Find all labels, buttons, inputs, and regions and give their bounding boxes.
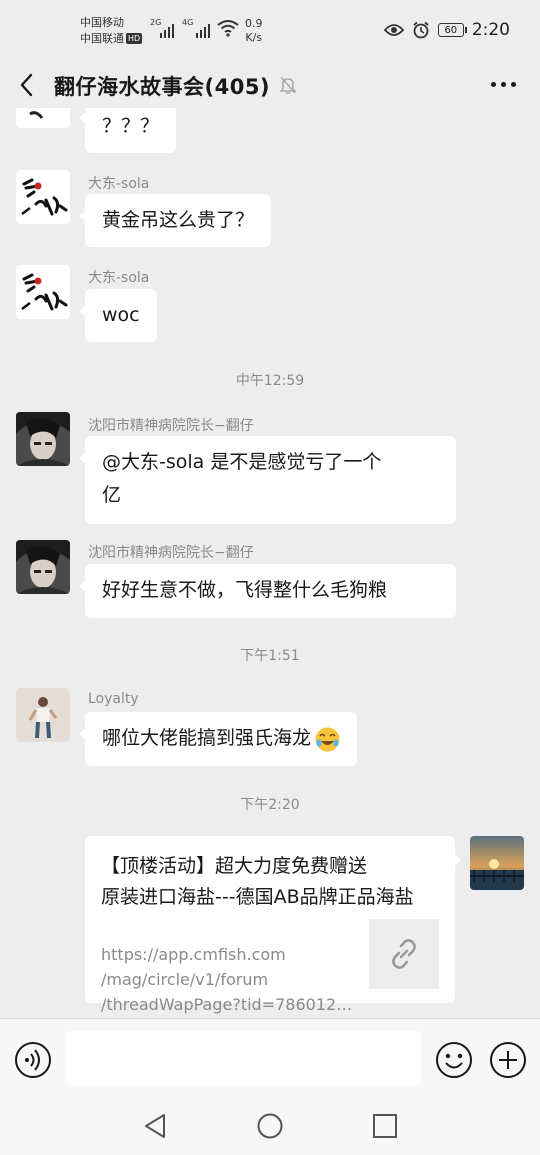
message-text: 哪位大佬能搞到强氏海龙: [102, 727, 312, 749]
message-line: 亿: [102, 484, 122, 506]
voice-icon[interactable]: [14, 1041, 52, 1079]
laughing-emoji-icon: [315, 727, 340, 752]
signal-icon: [160, 20, 174, 38]
eye-icon: [383, 24, 404, 36]
network-speed: 0.9 K/s: [245, 17, 263, 45]
sender-name: 沈阳市精神病院院长−翻仔: [88, 418, 254, 434]
status-bar: 中国移动 中国联通 HD 2G 4G 0.9 K/s 60 2:20: [0, 0, 540, 62]
nav-recent-icon[interactable]: [372, 1113, 398, 1139]
input-bar: [0, 1018, 540, 1100]
status-time: 2:20: [471, 20, 510, 40]
link-url-line: /threadWapPage?tid=78601234: [101, 995, 356, 1014]
carrier-info: 中国移动 中国联通 HD: [80, 15, 143, 47]
message-list[interactable]: ？？？ 大东-sola 黄金吊这么贵了？ 大东-sola woc 中午12:59: [0, 108, 540, 1018]
back-arrow-icon[interactable]: [16, 71, 40, 99]
avatar-loyalty[interactable]: [16, 688, 70, 742]
link-card[interactable]: 【顶楼活动】超大力度免费赠送 原装进口海盐---德国AB品牌正品海盐 https…: [85, 836, 461, 1014]
signal-icon-2: [196, 20, 210, 38]
avatar-fanzai[interactable]: [16, 540, 70, 594]
alarm-icon: [413, 21, 429, 39]
message-bubble[interactable]: 黄金吊这么贵了？: [78, 194, 272, 247]
avatar-dadong[interactable]: [16, 265, 70, 319]
link-title: 【顶楼活动】超大力度免费赠送 原装进口海盐---德国AB品牌正品海盐: [101, 851, 439, 913]
system-nav-bar: [0, 1100, 540, 1155]
nav-home-icon[interactable]: [257, 1113, 283, 1139]
sender-name: 沈阳市精神病院院长−翻仔: [88, 545, 254, 561]
avatar[interactable]: [16, 108, 70, 128]
status-right: 60 2:20: [383, 20, 510, 40]
mute-bell-icon: [279, 76, 297, 94]
link-url-line: /mag/circle/v1/forum: [101, 970, 269, 989]
link-title-line: 【顶楼活动】超大力度免费赠送: [101, 855, 368, 877]
timestamp: 下午2:20: [240, 797, 300, 813]
sender-name: 大东-sola: [88, 176, 150, 192]
message-bubble[interactable]: woc: [79, 289, 157, 342]
sender-name: Loyalty: [88, 691, 139, 707]
message-bubble[interactable]: 哪位大佬能搞到强氏海龙: [78, 712, 358, 766]
emoji-icon[interactable]: [435, 1041, 473, 1079]
battery-icon: 60: [437, 23, 467, 37]
hd-badge: HD: [126, 33, 143, 44]
chat-title: 翻仔海水故事会(405): [54, 75, 271, 99]
link-thumbnail: [369, 919, 439, 989]
more-dots-icon[interactable]: [491, 82, 516, 87]
carrier-1: 中国移动: [80, 16, 124, 29]
chat-header: 翻仔海水故事会(405): [0, 62, 540, 108]
link-url-line: https://app.cmfish.com: [101, 945, 286, 964]
message-input[interactable]: [66, 1031, 421, 1085]
carrier-2: 中国联通: [80, 32, 124, 45]
avatar-self[interactable]: [470, 836, 524, 890]
timestamp: 中午12:59: [235, 373, 305, 389]
link-title-line: 原装进口海盐---德国AB品牌正品海盐: [101, 886, 414, 908]
message-bubble[interactable]: ？？？: [78, 108, 177, 153]
nav-back-icon[interactable]: [142, 1112, 168, 1140]
message-line: @大东-sola 是不是感觉亏了一个: [102, 451, 382, 473]
speed-value: 0.9: [245, 17, 263, 30]
wifi-icon: [217, 20, 239, 37]
plus-icon[interactable]: [489, 1041, 527, 1079]
network-type-2: 4G: [182, 18, 194, 27]
link-url: https://app.cmfish.com /mag/circle/v1/fo…: [101, 942, 356, 1017]
message-bubble[interactable]: 好好生意不做，飞得整什么毛狗粮: [79, 564, 456, 618]
link-chain-icon: [392, 939, 416, 969]
message-bubble[interactable]: @大东-sola 是不是感觉亏了一个 亿: [79, 436, 456, 524]
avatar-dadong[interactable]: [16, 170, 70, 224]
speed-unit: K/s: [245, 31, 263, 44]
timestamp: 下午1:51: [240, 648, 300, 664]
sender-name: 大东-sola: [88, 270, 150, 286]
avatar-fanzai[interactable]: [16, 412, 70, 466]
